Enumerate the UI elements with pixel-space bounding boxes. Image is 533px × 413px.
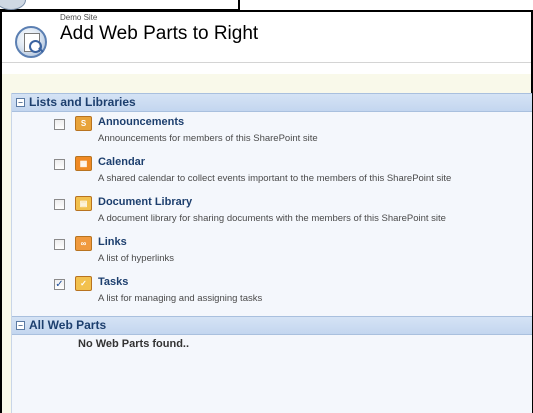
section-title: Lists and Libraries (29, 95, 136, 109)
section-header-all-web-parts[interactable]: − All Web Parts (12, 316, 532, 335)
content-area: − Lists and Libraries S Announcements Announ… (2, 74, 532, 413)
web-part-description: A list of hyperlinks (98, 253, 175, 264)
web-parts-panel: − Lists and Libraries S Announcements Announ… (11, 93, 532, 413)
web-part-checkbox[interactable]: ✓ (54, 279, 65, 290)
web-part-checkbox[interactable] (54, 239, 65, 250)
web-part-name: Document Library (98, 196, 193, 208)
page-title: Add Web Parts to Right (60, 23, 259, 44)
web-part-name: Calendar (98, 156, 146, 168)
web-part-description: A list for managing and assigning tasks (98, 293, 263, 304)
collapse-toggle-icon[interactable]: − (16, 321, 25, 330)
web-part-name: Announcements (98, 116, 185, 128)
web-part-name: Tasks (98, 276, 129, 288)
web-part-item: ▤ Document Library A document library for … (12, 194, 532, 234)
web-part-item: ▦ Calendar A shared calendar to collect ev… (12, 154, 532, 194)
web-part-item: ∞ Links A list of hyperlinks (12, 234, 532, 274)
section-header-lists-and-libraries[interactable]: − Lists and Libraries (12, 93, 532, 112)
web-part-checkbox[interactable] (54, 199, 65, 210)
dialog-header: Demo Site Add Web Parts to Right (2, 12, 531, 66)
web-part-description: A shared calendar to collect events impo… (98, 173, 452, 184)
web-part-description: A document library for sharing documents… (98, 213, 446, 224)
web-part-checkbox[interactable] (54, 159, 65, 170)
site-name: Demo Site (60, 13, 98, 22)
section-title: All Web Parts (29, 318, 107, 332)
web-part-item: S Announcements Announcements for members … (12, 114, 532, 154)
folder-icon: ▤ (75, 196, 92, 211)
tasks-icon: ✓ (75, 276, 92, 291)
links-icon: ∞ (75, 236, 92, 251)
web-part-item: ✓ ✓ Tasks A list for managing and assigning… (12, 274, 532, 314)
add-web-parts-dialog: Demo Site Add Web Parts to Right − Lists … (0, 0, 533, 413)
announcements-icon: S (75, 116, 92, 131)
collapse-toggle-icon[interactable]: − (16, 98, 25, 107)
calendar-icon: ▦ (75, 156, 92, 171)
web-part-description: Announcements for members of this ShareP… (98, 133, 318, 144)
search-page-icon (15, 26, 47, 58)
web-part-checkbox[interactable] (54, 119, 65, 130)
empty-message: No Web Parts found.. (78, 338, 190, 350)
tab-icon (0, 0, 26, 10)
web-part-name: Links (98, 236, 127, 248)
